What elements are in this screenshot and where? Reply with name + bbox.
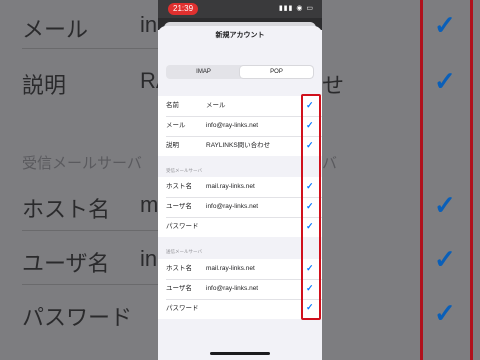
bg-password-label: パスワード: [22, 305, 133, 330]
check-icon: ✓: [306, 100, 314, 110]
sheet-title: 新規アカウント: [215, 32, 265, 39]
email-field[interactable]: info@ray-links.net: [206, 116, 258, 136]
outgoing-server-header: 送信メールサーバ: [166, 249, 202, 254]
check-icon: ✓: [306, 263, 314, 273]
row-label: 説明: [166, 142, 179, 149]
incoming-user-field[interactable]: info@ray-links.net: [206, 197, 258, 217]
incoming-server-group: ホスト名 mail.ray-links.net ユーザ名 info@ray-li…: [158, 177, 322, 237]
row-label: ユーザ名: [166, 285, 192, 292]
description-field[interactable]: RAYLINKS問い合わせ: [206, 136, 270, 156]
check-icon: ✓: [306, 120, 314, 130]
row-label: ホスト名: [166, 183, 192, 190]
bg-mail-label: メール: [22, 17, 89, 42]
bg-fragment-ba: バ: [322, 155, 338, 172]
protocol-segmented-control: IMAP POP: [166, 65, 314, 79]
status-time: 21:39: [168, 3, 199, 15]
row-label: 名前: [166, 102, 179, 109]
row-name[interactable]: 名前 メール: [158, 96, 322, 116]
row-label: パスワード: [166, 305, 199, 312]
bg-highlight-right-edge: [470, 0, 473, 360]
background-zoom-left: メール in 説明 RA 受信メールサーバ ホスト名 m ユーザ名 in パスワ…: [0, 0, 158, 360]
bg-divider: [22, 48, 158, 49]
phone-screen: 21:39 ▮▮▮ ◉ ▭ 新規アカウント IMAP POP 名前 メール メー…: [158, 0, 322, 360]
bg-highlight-left-edge: [420, 0, 423, 360]
bg-divider: [22, 284, 158, 285]
check-icon: ✓: [306, 140, 314, 150]
row-label: ホスト名: [166, 265, 192, 272]
row-label: ユーザ名: [166, 203, 192, 210]
check-icon: ✓: [306, 221, 314, 231]
bg-fragment-in: in: [140, 12, 158, 37]
row-incoming-host[interactable]: ホスト名 mail.ray-links.net: [158, 177, 322, 197]
row-label: パスワード: [166, 223, 199, 230]
status-bar: 21:39 ▮▮▮ ◉ ▭: [158, 0, 322, 18]
outgoing-server-group: ホスト名 mail.ray-links.net ユーザ名 info@ray-li…: [158, 259, 322, 319]
check-icon: ✓: [306, 302, 314, 312]
bg-check-icon: ✓: [434, 244, 456, 274]
bg-fragment-ra: RA: [140, 68, 158, 93]
bg-host-label: ホスト名: [22, 197, 111, 222]
background-zoom-right: せ バ ✓ ✓ ✓ ✓ ✓: [322, 0, 480, 360]
row-outgoing-password[interactable]: パスワード: [158, 299, 322, 319]
status-icons: ▮▮▮ ◉ ▭: [278, 5, 314, 12]
row-incoming-password[interactable]: パスワード: [158, 217, 322, 237]
bg-section-header: 受信メールサーバ: [22, 155, 142, 172]
tab-pop[interactable]: POP: [240, 66, 313, 78]
bg-partial-text: せ: [322, 73, 345, 98]
bg-user-label: ユーザ名: [22, 251, 110, 276]
bg-check-icon: ✓: [434, 298, 456, 328]
bg-desc-label: 説明: [22, 73, 67, 98]
check-icon: ✓: [306, 283, 314, 293]
row-description[interactable]: 説明 RAYLINKS問い合わせ: [158, 136, 322, 156]
incoming-host-field[interactable]: mail.ray-links.net: [206, 177, 255, 197]
tab-imap[interactable]: IMAP: [167, 66, 240, 78]
outgoing-host-field[interactable]: mail.ray-links.net: [206, 259, 255, 279]
name-field[interactable]: メール: [206, 96, 226, 116]
bg-divider: [22, 230, 158, 231]
incoming-server-header: 受信メールサーバ: [166, 168, 202, 173]
check-icon: ✓: [306, 181, 314, 191]
row-incoming-user[interactable]: ユーザ名 info@ray-links.net: [158, 197, 322, 217]
bg-check-icon: ✓: [434, 66, 456, 96]
outgoing-user-field[interactable]: info@ray-links.net: [206, 279, 258, 299]
bg-check-icon: ✓: [434, 190, 456, 220]
bg-check-icon: ✓: [434, 10, 456, 40]
row-email[interactable]: メール info@ray-links.net: [158, 116, 322, 136]
row-outgoing-host[interactable]: ホスト名 mail.ray-links.net: [158, 259, 322, 279]
row-label: メール: [166, 122, 186, 129]
account-info-group: 名前 メール メール info@ray-links.net 説明 RAYLINK…: [158, 96, 322, 156]
bg-fragment-in: in: [140, 246, 158, 271]
row-outgoing-user[interactable]: ユーザ名 info@ray-links.net: [158, 279, 322, 299]
home-indicator: [210, 352, 270, 355]
bg-fragment-m: m: [140, 192, 158, 217]
check-icon: ✓: [306, 201, 314, 211]
